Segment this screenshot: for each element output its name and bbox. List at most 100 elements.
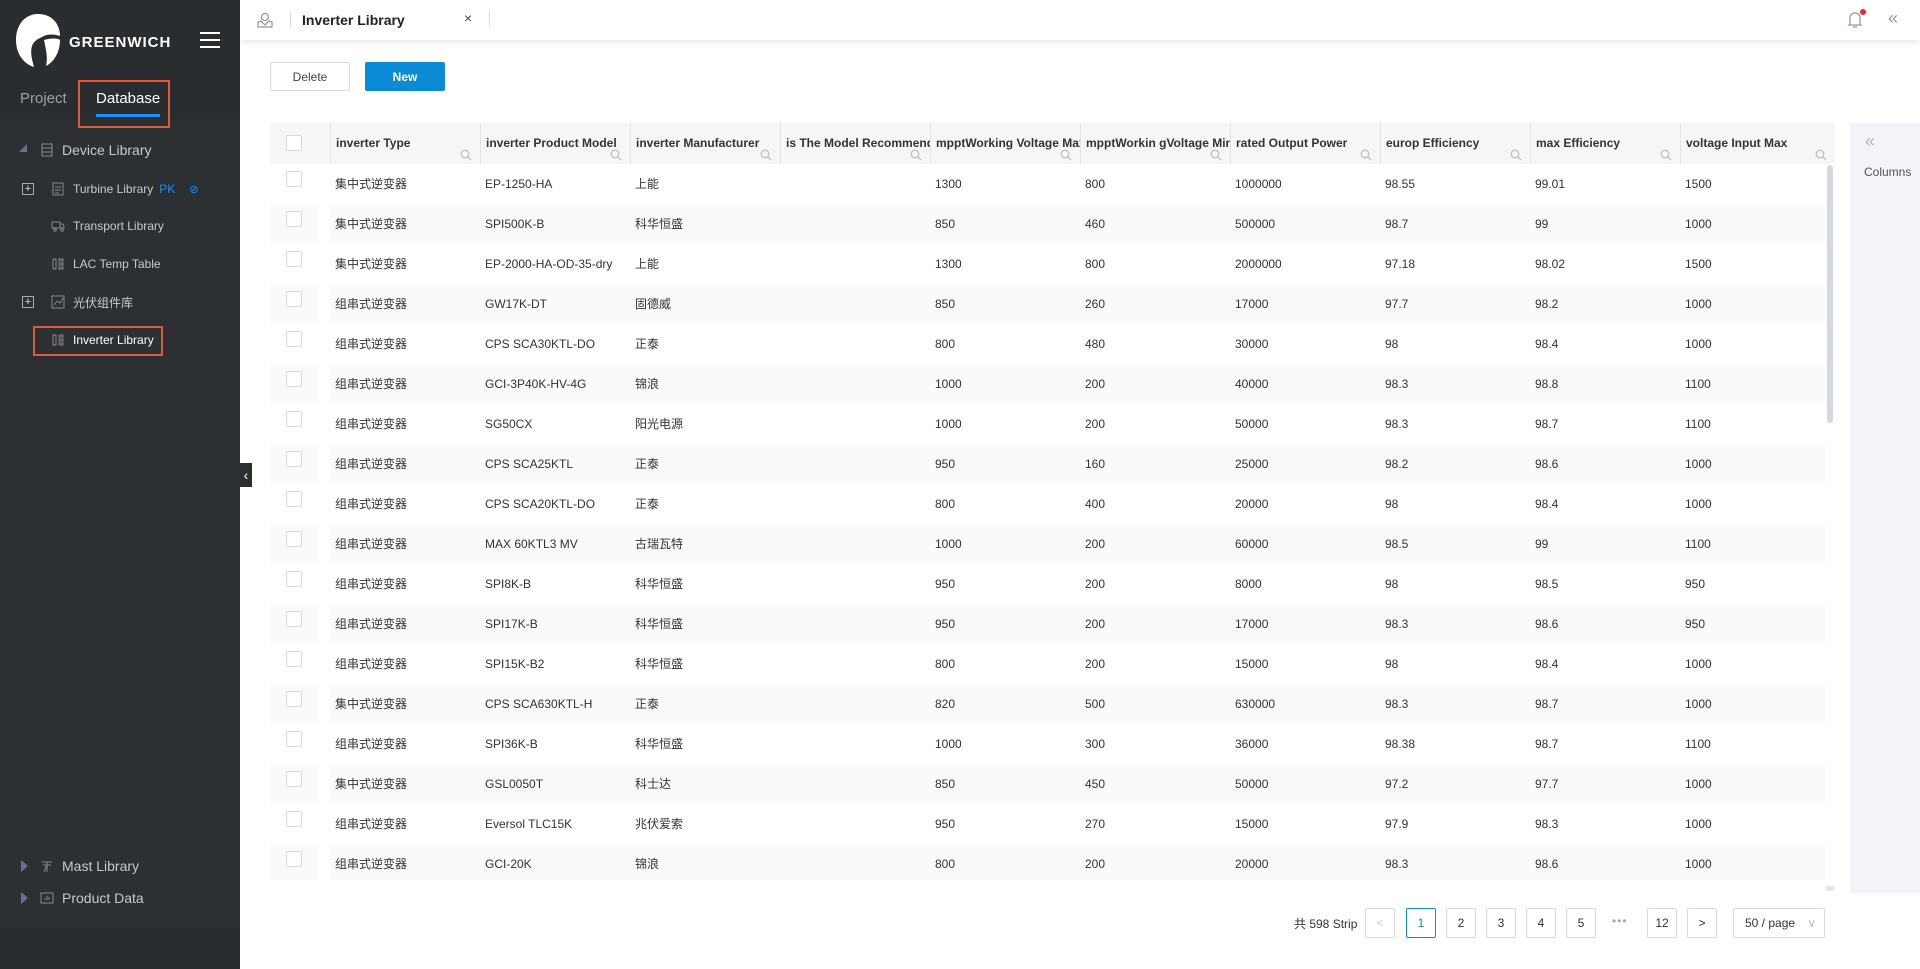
table-row[interactable]: 组串式逆变器 SPI8K-B 科华恒盛 950 200 8000 98 98.5 950 <box>270 564 1825 604</box>
double-chevron-left-icon[interactable]: « <box>1888 8 1898 29</box>
table-cell: SPI500K-B <box>485 217 545 231</box>
new-button[interactable]: New <box>365 62 445 91</box>
column-search-icon[interactable] <box>760 137 772 161</box>
page-button-1[interactable]: 1 <box>1406 908 1436 938</box>
column-search-icon[interactable] <box>460 137 472 161</box>
active-tab-inverter-library[interactable]: Inverter Library <box>302 12 405 28</box>
page-button-last[interactable]: 12 <box>1647 908 1677 938</box>
table-row[interactable]: 集中式逆变器 EP-1250-HA 上能 1300 800 1000000 98.55 99.… <box>270 164 1825 204</box>
table-row[interactable]: 集中式逆变器 SPI500K-B 科华恒盛 850 460 500000 98.7 99 100… <box>270 204 1825 244</box>
column-search-icon[interactable] <box>1360 137 1372 161</box>
table-cell: 500 <box>1085 697 1106 711</box>
row-checkbox[interactable] <box>286 291 302 307</box>
caret-right-icon[interactable] <box>21 860 28 872</box>
row-checkbox[interactable] <box>286 531 302 547</box>
table-row[interactable]: 组串式逆变器 MAX 60KTL3 MV 古瑞瓦特 1000 200 60000 98.5 9… <box>270 524 1825 564</box>
row-checkbox[interactable] <box>286 211 302 227</box>
delete-button[interactable]: Delete <box>270 62 350 91</box>
column-header[interactable]: inverter Manufacturer <box>630 123 780 164</box>
row-checkbox[interactable] <box>286 171 302 187</box>
eye-hidden-icon[interactable]: ⊘ <box>189 183 198 196</box>
column-search-icon[interactable] <box>1060 137 1072 161</box>
close-tab-icon[interactable]: × <box>464 10 472 26</box>
next-page-button[interactable]: > <box>1687 908 1717 938</box>
row-checkbox[interactable] <box>286 251 302 267</box>
collapse-sidebar-icon[interactable]: ‹ <box>240 463 252 487</box>
menu-toggle-icon[interactable] <box>200 32 220 48</box>
table-row[interactable]: 组串式逆变器 Eversol TLC15K 兆伏爱索 950 270 15000 97.9 9… <box>270 804 1825 844</box>
tree-item-turbine-library[interactable]: Turbine Library PK ⊘ <box>51 177 199 201</box>
column-search-icon[interactable] <box>1210 137 1222 161</box>
table-row[interactable]: 组串式逆变器 CPS SCA20KTL-DO 正泰 800 400 20000 98 98.4… <box>270 484 1825 524</box>
tree-item-pv-module-library[interactable]: 光伏组件库 <box>51 290 133 314</box>
column-header[interactable]: mpptWorkin gVoltage Min <box>1080 123 1230 164</box>
column-search-icon[interactable] <box>910 137 922 161</box>
selection-highlight-box <box>33 326 163 356</box>
column-search-icon[interactable] <box>610 137 622 161</box>
table-cell: 科华恒盛 <box>635 217 684 231</box>
table-row[interactable]: 组串式逆变器 GCI-3P40K-HV-4G 锦浪 1000 200 40000 98.3 9… <box>270 364 1825 404</box>
expand-columns-icon[interactable]: « <box>1865 131 1875 152</box>
table-cell: 800 <box>935 497 956 511</box>
column-header[interactable]: max Efficiency <box>1530 123 1680 164</box>
row-checkbox[interactable] <box>286 691 302 707</box>
table-row[interactable]: 组串式逆变器 GW17K-DT 固德威 850 260 17000 97.7 98.2 1000 <box>270 284 1825 324</box>
tree-item-lac-temp-table[interactable]: LAC Temp Table <box>51 252 161 276</box>
row-checkbox[interactable] <box>286 811 302 827</box>
vertical-scrollbar[interactable] <box>1827 165 1833 423</box>
table-row[interactable]: 组串式逆变器 SG50CX 阳光电源 1000 200 50000 98.3 98.7 1100 <box>270 404 1825 444</box>
column-header[interactable]: rated Output Power <box>1230 123 1380 164</box>
caret-down-icon[interactable] <box>19 144 27 152</box>
column-header[interactable]: inverter Type <box>330 123 480 164</box>
columns-toggle[interactable]: Columns <box>1864 165 1911 179</box>
column-header[interactable]: is The Model Recommended <box>780 123 930 164</box>
more-pages-ellipsis[interactable]: ••• <box>1612 914 1628 928</box>
select-all-checkbox[interactable] <box>286 135 302 151</box>
row-checkbox[interactable] <box>286 371 302 387</box>
caret-right-icon[interactable] <box>21 892 28 904</box>
row-checkbox[interactable] <box>286 611 302 627</box>
row-checkbox[interactable] <box>286 331 302 347</box>
row-checkbox[interactable] <box>286 491 302 507</box>
table-cell: 98.7 <box>1385 217 1409 231</box>
row-checkbox[interactable] <box>286 771 302 787</box>
column-header[interactable]: voltage Input Max <box>1680 123 1835 164</box>
column-header[interactable]: europ Efficiency <box>1380 123 1530 164</box>
page-button-5[interactable]: 5 <box>1566 908 1596 938</box>
table-row[interactable]: 组串式逆变器 SPI36K-B 科华恒盛 1000 300 36000 98.38 98.7 1… <box>270 724 1825 764</box>
hierarchy-icon <box>51 257 65 271</box>
table-row[interactable]: 组串式逆变器 GCI-20K 锦浪 800 200 20000 98.3 98.6 1000 <box>270 844 1825 880</box>
expand-plus-icon[interactable]: + <box>22 296 34 308</box>
table-row[interactable]: 组串式逆变器 SPI15K-B2 科华恒盛 800 200 15000 98 98.4 1000 <box>270 644 1825 684</box>
column-search-icon[interactable] <box>1815 137 1827 161</box>
page-button-2[interactable]: 2 <box>1446 908 1476 938</box>
row-checkbox[interactable] <box>286 571 302 587</box>
page-button-3[interactable]: 3 <box>1486 908 1516 938</box>
table-row[interactable]: 集中式逆变器 GSL0050T 科士达 850 450 50000 97.2 97.7 1000 <box>270 764 1825 804</box>
tree-item-mast-library[interactable]: Mast Library <box>40 854 139 878</box>
column-search-icon[interactable] <box>1660 137 1672 161</box>
table-row[interactable]: 组串式逆变器 SPI17K-B 科华恒盛 950 200 17000 98.3 98.6 950 <box>270 604 1825 644</box>
row-checkbox[interactable] <box>286 851 302 867</box>
tree-item-transport-library[interactable]: Transport Library <box>51 214 164 238</box>
table-row[interactable]: 集中式逆变器 CPS SCA630KTL-H 正泰 820 500 630000 98.3 9… <box>270 684 1825 724</box>
row-checkbox[interactable] <box>286 411 302 427</box>
tree-item-device-library[interactable]: Device Library <box>40 138 151 162</box>
row-checkbox[interactable] <box>286 731 302 747</box>
column-header[interactable]: mpptWorking Voltage Max <box>930 123 1080 164</box>
server-icon <box>40 143 54 157</box>
tree-item-product-data[interactable]: Product Data <box>40 886 144 910</box>
table-row[interactable]: 组串式逆变器 CPS SCA25KTL 正泰 950 160 25000 98.2 98.6 1… <box>270 444 1825 484</box>
page-size-select[interactable]: 50 / page ∨ <box>1733 908 1825 938</box>
table-cell: Eversol TLC15K <box>485 817 573 831</box>
row-checkbox[interactable] <box>286 651 302 667</box>
column-search-icon[interactable] <box>1510 137 1522 161</box>
table-row[interactable]: 集中式逆变器 EP-2000-HA-OD-35-dry 上能 1300 800 20000… <box>270 244 1825 284</box>
column-header[interactable]: inverter Product Model <box>480 123 630 164</box>
page-button-4[interactable]: 4 <box>1526 908 1556 938</box>
expand-plus-icon[interactable]: + <box>22 183 34 195</box>
tab-project[interactable]: Project <box>20 90 67 107</box>
prev-page-button[interactable]: < <box>1365 908 1395 938</box>
table-row[interactable]: 组串式逆变器 CPS SCA30KTL-DO 正泰 800 480 30000 98 98.4… <box>270 324 1825 364</box>
row-checkbox[interactable] <box>286 451 302 467</box>
